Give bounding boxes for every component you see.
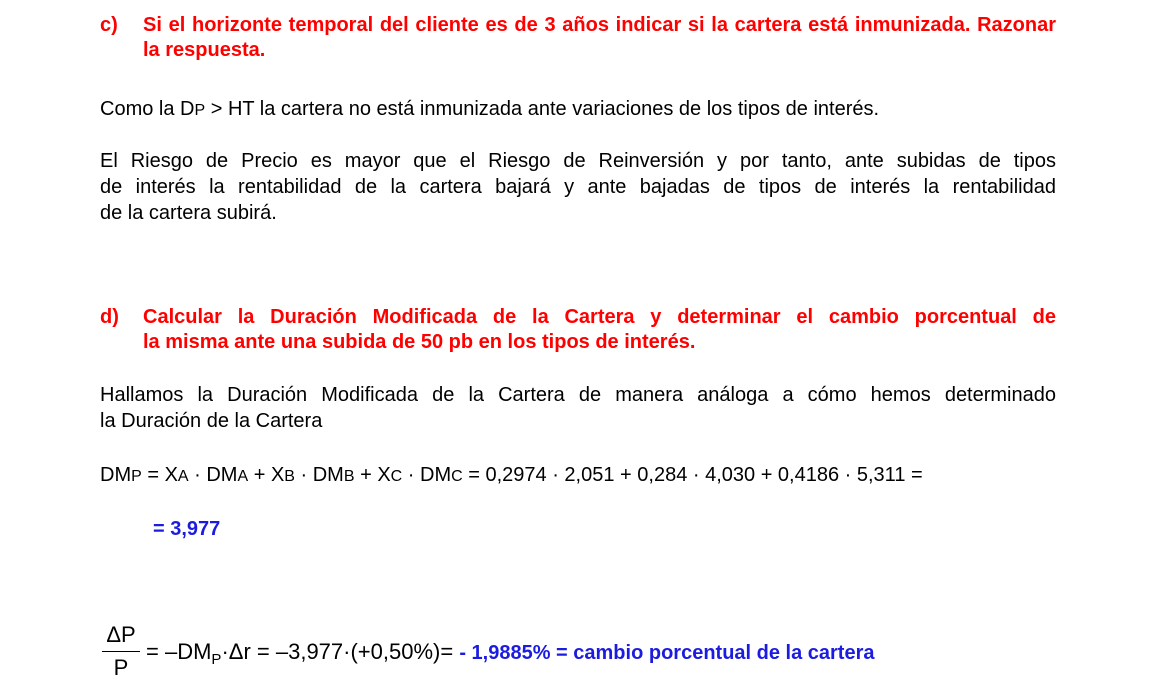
eq-dm-sub: B <box>343 468 355 485</box>
eq-dm-sub: C <box>451 468 463 485</box>
question-c: c) Si el horizonte temporal del cliente … <box>100 13 1056 63</box>
formula-sub: P <box>211 651 222 668</box>
paragraph-1-pre: Como la D <box>100 98 195 120</box>
formula-percentage-change: ΔP P = –DMP·Δr = –3,977·(+0,50%)= - 1,98… <box>100 622 1000 682</box>
equation-modified-duration: DMP = XA · DMA + XB · DMB + XC · DMC = 0… <box>100 462 1056 490</box>
paragraph-modified-duration: Hallamos la Duración Modificada de la Ca… <box>100 382 1056 434</box>
formula-part-2: ·Δr = –3,977·(+0,50%)= <box>221 639 460 664</box>
eq-dm-text: · DM <box>294 464 344 486</box>
question-c-text: Si el horizonte temporal del cliente es … <box>143 14 1056 61</box>
eq-x-sub: B <box>284 468 295 485</box>
eq-dm-sub: P <box>131 468 142 485</box>
eq-values-text: = 0,2974 · 2,051 + 0,284 · 4,030 + 0,418… <box>462 464 923 486</box>
question-c-letter: c) <box>100 14 118 36</box>
formula-expression: = –DMP·Δr = –3,977·(+0,50%)= - 1,9885% =… <box>146 639 875 668</box>
formula-answer: - 1,9885% = cambio porcentual de la cart… <box>459 642 875 664</box>
result-modified-duration: = 3,977 <box>153 518 221 540</box>
paragraph-3-line-2: la Duración de la Cartera <box>100 410 323 432</box>
eq-x-text: + X <box>354 464 391 486</box>
eq-dm-text: · DM <box>188 464 238 486</box>
question-d-line-2: la misma ante una subida de 50 pb en los… <box>143 331 696 353</box>
fraction-denominator: P <box>113 655 129 680</box>
paragraph-1-sub: P <box>194 102 206 119</box>
paragraph-3-line-1: Hallamos la Duración Modificada de la Ca… <box>100 384 1056 406</box>
fraction-numerator: ΔP <box>106 622 136 647</box>
formula-part-1: = –DM <box>146 639 212 664</box>
question-d: d) Calcular la Duración Modificada de la… <box>100 305 1056 355</box>
eq-dm-text: DM <box>100 464 132 486</box>
eq-x-sub: C <box>390 468 403 485</box>
fraction-bar <box>102 651 140 652</box>
paragraph-immunization: Como la DP > HT la cartera no está inmun… <box>100 96 1056 124</box>
eq-dm-text: · DM <box>402 464 452 486</box>
eq-dm-sub: A <box>237 468 249 485</box>
paragraph-risk: El Riesgo de Precio es mayor que el Ries… <box>100 148 1056 226</box>
eq-x-sub: A <box>177 468 189 485</box>
question-d-letter: d) <box>100 306 119 328</box>
eq-x-text: + X <box>248 464 285 486</box>
paragraph-1-post: > HT la cartera no está inmunizada ante … <box>205 98 880 120</box>
paragraph-2-line-2: de interés la rentabilidad de la cartera… <box>100 176 1056 198</box>
paragraph-2-line-3: de la cartera subirá. <box>100 202 277 224</box>
question-d-line-1: Calcular la Duración Modificada de la Ca… <box>143 306 1056 328</box>
document-page: c) Si el horizonte temporal del cliente … <box>0 0 1151 695</box>
eq-x-text: = X <box>141 464 178 486</box>
paragraph-2-line-1: El Riesgo de Precio es mayor que el Ries… <box>100 150 1056 172</box>
